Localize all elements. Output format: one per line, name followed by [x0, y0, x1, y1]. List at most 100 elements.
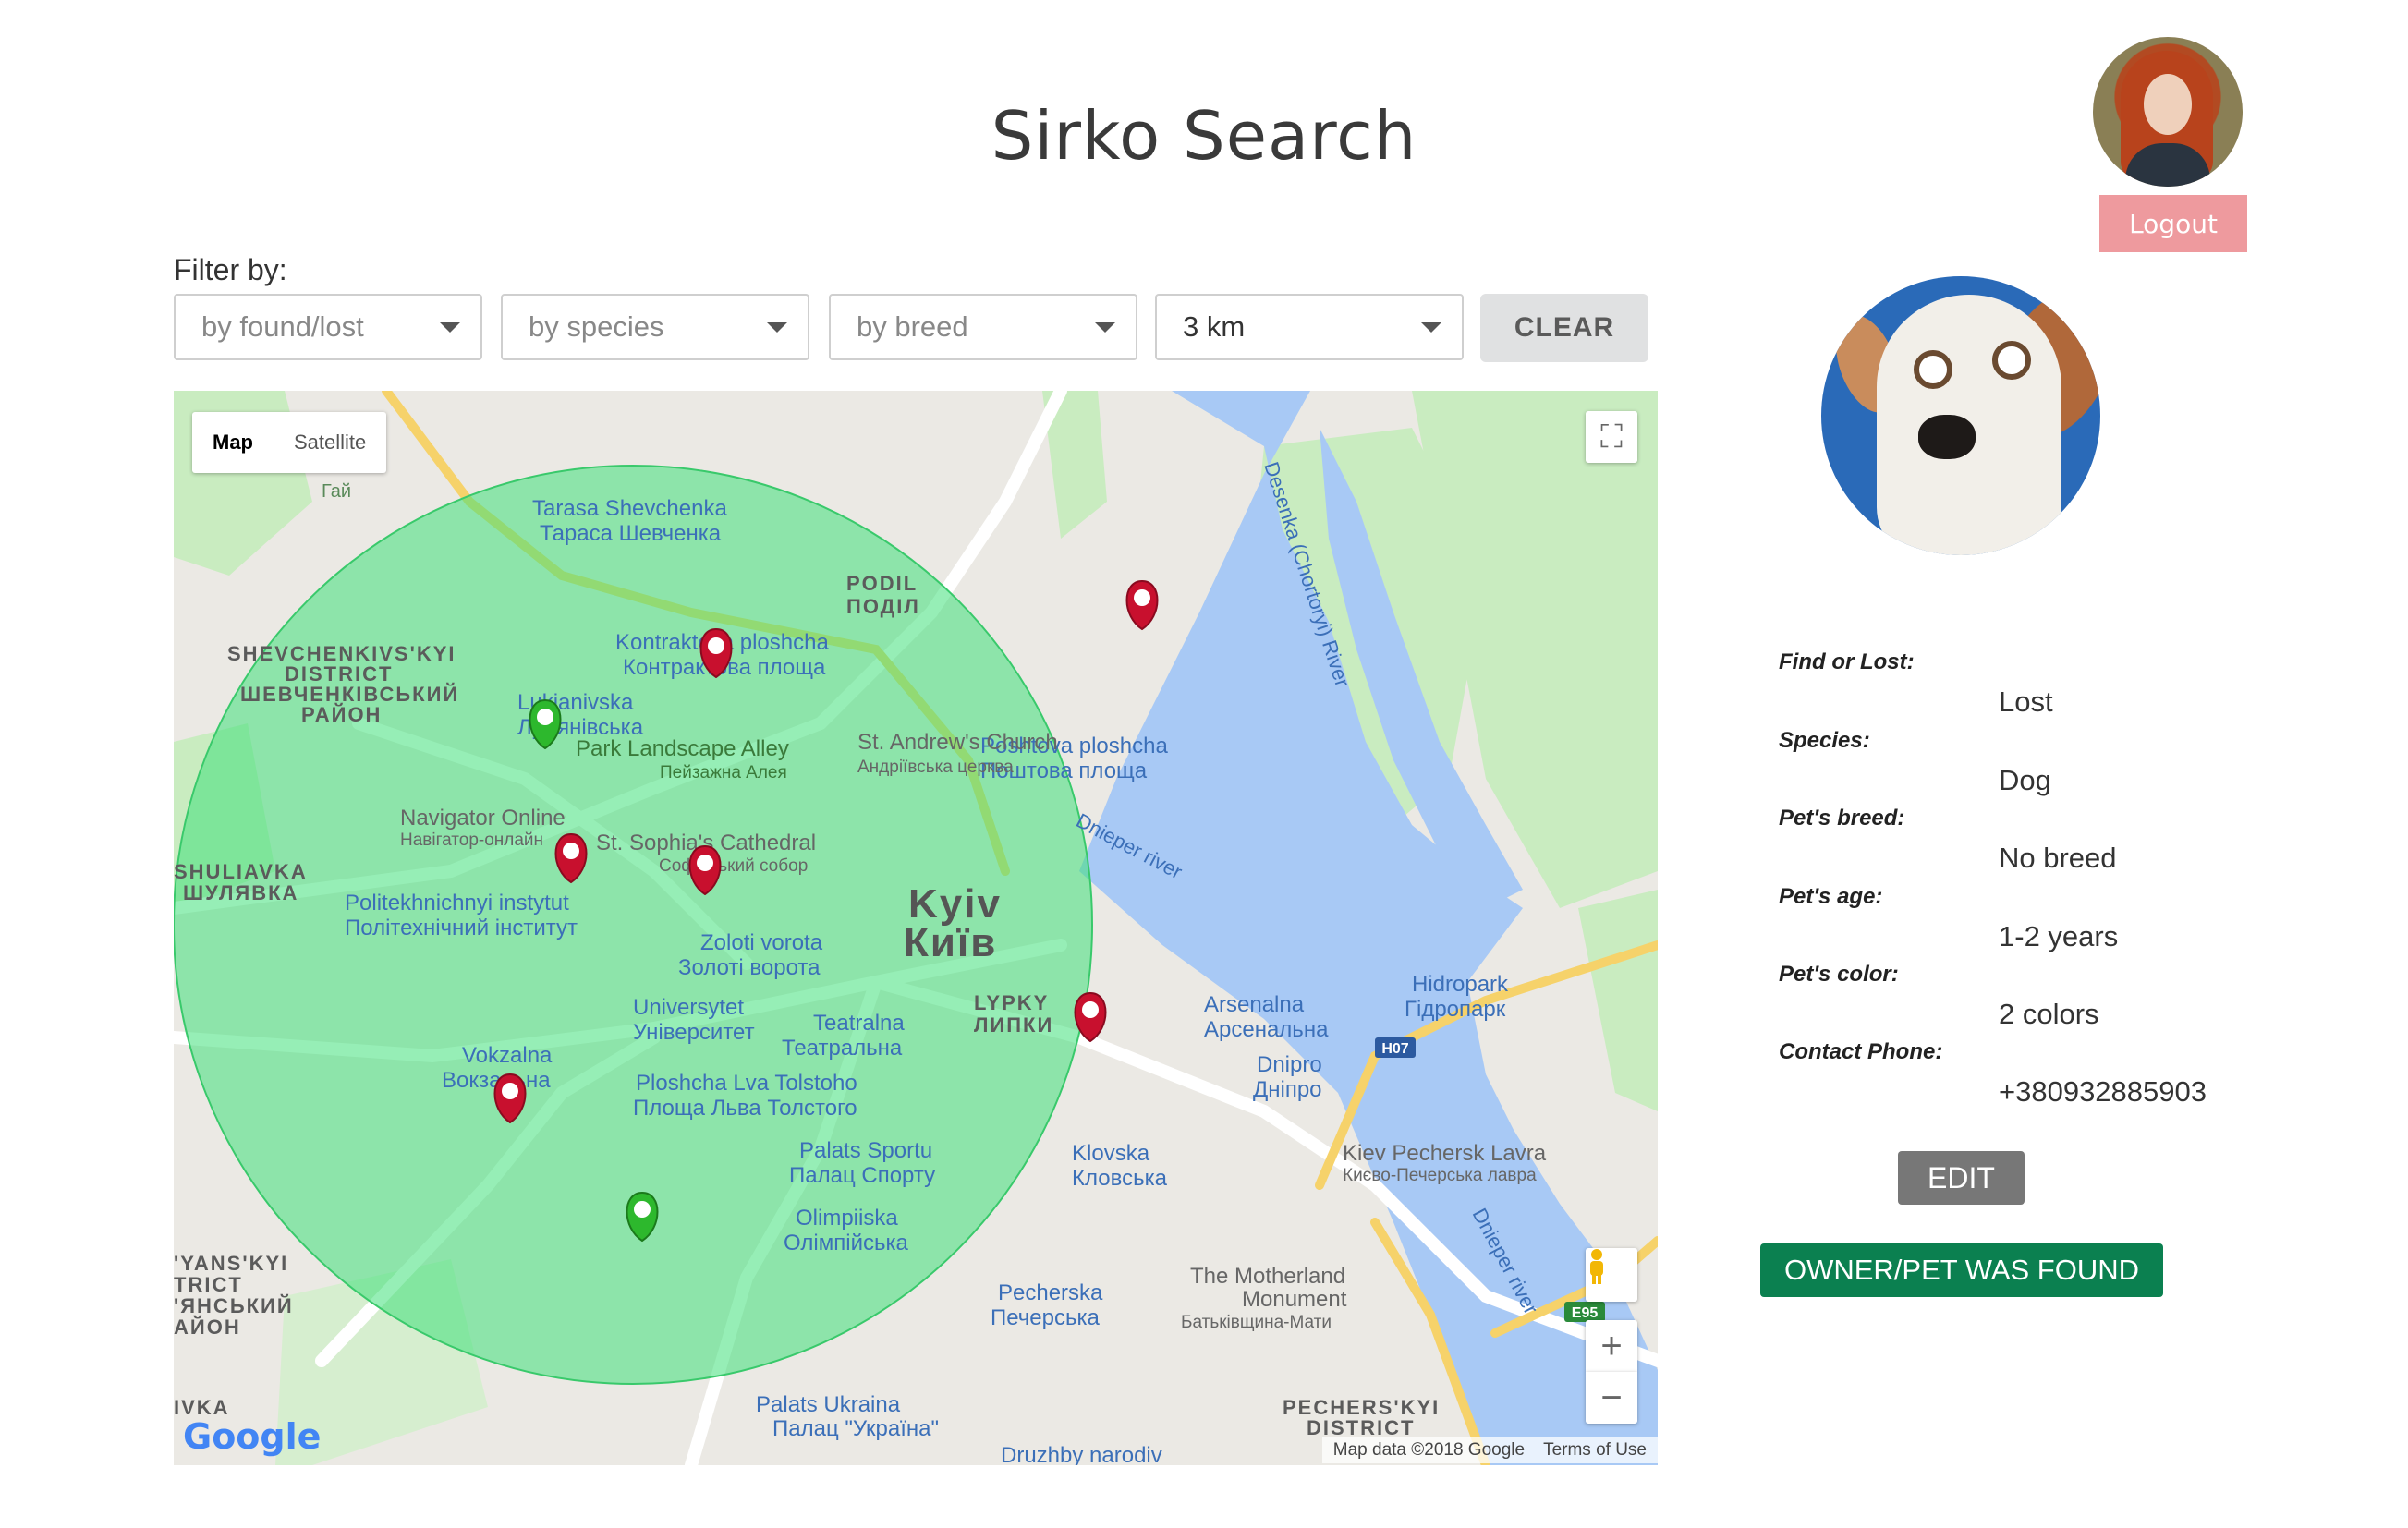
district-label: ЛИПКИ: [974, 1013, 1053, 1037]
page-title: Sirko Search: [991, 97, 1417, 175]
phone-value: +380932885903: [1999, 1075, 2207, 1108]
district-label: SHULIAVKA: [174, 860, 308, 883]
chevron-down-icon: [1095, 321, 1115, 333]
district-label: DISTRICT: [1307, 1416, 1415, 1439]
found-lost-select[interactable]: by found/lost: [174, 294, 482, 360]
map-label: Дніпро: [1253, 1077, 1322, 1102]
pegman-icon: [1590, 1249, 1603, 1284]
map-label: Арсенальна: [1204, 1017, 1329, 1042]
breed-label: Pet's breed:: [1779, 806, 1905, 831]
map-label: Teatralna: [813, 1011, 905, 1036]
district-label: ШУЛЯВКА: [183, 881, 298, 904]
map-label: Олімпійська: [784, 1231, 909, 1255]
map-label: Гідропарк: [1405, 997, 1506, 1022]
map-label: Zoloti vorota: [700, 930, 823, 955]
map-label: Hidropark: [1412, 972, 1509, 997]
map-label: Ploshcha Lva Tolstoho: [636, 1071, 857, 1096]
map-label: Palats Ukraina: [756, 1392, 901, 1417]
edit-button[interactable]: EDIT: [1898, 1151, 2025, 1205]
pet-photo-eye: [1914, 350, 1952, 389]
map-label: Площа Льва Толстого: [633, 1096, 857, 1121]
map-label: Університет: [633, 1020, 755, 1045]
district-label: 'ЯНСЬКИЙ: [174, 1294, 294, 1317]
city-label: Київ: [904, 920, 997, 965]
district-label: 'YANS'KYI: [174, 1252, 288, 1275]
map-label: Navigator Online: [400, 806, 566, 831]
map-label: Klovska: [1072, 1141, 1150, 1166]
map-label: Vokzalna: [462, 1043, 553, 1068]
map-canvas[interactable]: Tarasa Shevchenka Тараса Шевченка Kontra…: [174, 391, 1658, 1465]
owner-pet-found-button[interactable]: OWNER/PET WAS FOUND: [1760, 1243, 2163, 1297]
species-label: Species:: [1779, 728, 1870, 753]
map-attribution: Map data ©2018 Google Terms of Use: [1321, 1437, 1658, 1463]
pet-photo-eye: [1992, 341, 2031, 380]
found-lost-value: by found/lost: [201, 310, 364, 343]
district-label: LYPKY: [974, 991, 1049, 1014]
map-label: Dnipro: [1257, 1052, 1322, 1077]
map-label: Палац "Україна": [772, 1416, 939, 1441]
street-view-pegman-icon[interactable]: [1586, 1248, 1637, 1302]
district-label: PODIL: [846, 572, 918, 595]
terms-of-use-link[interactable]: Terms of Use: [1543, 1440, 1647, 1461]
district-label: РАЙОН: [301, 703, 382, 726]
map-label: Tarasa Shevchenka: [532, 496, 727, 521]
map[interactable]: Tarasa Shevchenka Тараса Шевченка Kontra…: [174, 391, 1658, 1465]
status-value: Lost: [1999, 685, 2053, 718]
zoom-in-button[interactable]: +: [1586, 1320, 1637, 1372]
map-label: Батьківщина-Мати: [1181, 1313, 1332, 1332]
pet-photo-nose: [1918, 415, 1976, 459]
radius-select[interactable]: 3 km: [1155, 294, 1464, 360]
color-label: Pet's color:: [1779, 962, 1899, 987]
map-data-attribution: Map data ©2018 Google: [1332, 1440, 1526, 1460]
road-shield-label: E95: [1572, 1305, 1599, 1321]
clear-filters-button[interactable]: CLEAR: [1480, 294, 1648, 362]
map-label: Золоті ворота: [678, 955, 821, 980]
logout-button[interactable]: Logout: [2099, 195, 2247, 252]
map-label: Druzhby narodiv: [1001, 1443, 1162, 1465]
zoom-out-button[interactable]: −: [1586, 1372, 1637, 1424]
map-label: Palats Sportu: [799, 1138, 932, 1163]
district-label: АЙОН: [174, 1316, 241, 1339]
map-label: The Motherland: [1190, 1264, 1345, 1289]
filter-label: Filter by:: [174, 253, 287, 286]
fullscreen-icon[interactable]: ⛶: [1586, 411, 1637, 463]
age-value: 1-2 years: [1999, 920, 2119, 952]
map-label: Pecherska: [998, 1280, 1103, 1305]
age-label: Pet's age:: [1779, 884, 1883, 909]
map-type-toggle[interactable]: Map Satellite: [192, 412, 387, 473]
breed-value: by breed: [857, 310, 968, 343]
user-avatar[interactable]: [2093, 37, 2243, 187]
color-value: 2 colors: [1999, 998, 2099, 1030]
map-label: Park Landscape Alley: [576, 736, 789, 761]
chevron-down-icon: [1421, 321, 1441, 333]
map-label: Тараса Шевченка: [540, 521, 722, 546]
map-label: Політехнічний інститут: [345, 916, 578, 940]
map-label: Kiev Pechersk Lavra: [1343, 1141, 1547, 1166]
map-label: Театральна: [782, 1036, 903, 1061]
breed-select[interactable]: by breed: [829, 294, 1137, 360]
pet-photo: [1821, 276, 2100, 555]
map-label: Андріївська церква: [857, 758, 1014, 777]
chevron-down-icon: [767, 321, 787, 333]
species-info-value: Dog: [1999, 764, 2051, 796]
radius-value: 3 km: [1183, 310, 1246, 343]
map-type-map-button[interactable]: Map: [192, 412, 274, 473]
species-select[interactable]: by species: [501, 294, 809, 360]
map-label: Monument: [1242, 1287, 1347, 1312]
map-label: Пейзажна Алея: [660, 763, 787, 782]
avatar-face: [2144, 74, 2192, 135]
map-type-satellite-button[interactable]: Satellite: [274, 412, 386, 473]
phone-label: Contact Phone:: [1779, 1039, 1943, 1064]
district-label: TRICT: [174, 1273, 243, 1296]
map-label: Politekhnichnyi instytut: [345, 891, 569, 916]
map-label: Arsenalna: [1204, 992, 1305, 1017]
species-value: by species: [529, 310, 664, 343]
map-label: St. Andrew's Church: [857, 730, 1058, 755]
map-label: Палац Спорту: [789, 1163, 935, 1188]
map-label: Кловська: [1072, 1166, 1168, 1191]
road-shield-label: H07: [1381, 1041, 1408, 1057]
google-logo[interactable]: Google: [183, 1416, 321, 1457]
map-label: Києво-Печерська лавра: [1343, 1166, 1537, 1185]
status-label: Find or Lost:: [1779, 649, 1915, 674]
map-label: Olimpiiska: [796, 1206, 898, 1231]
